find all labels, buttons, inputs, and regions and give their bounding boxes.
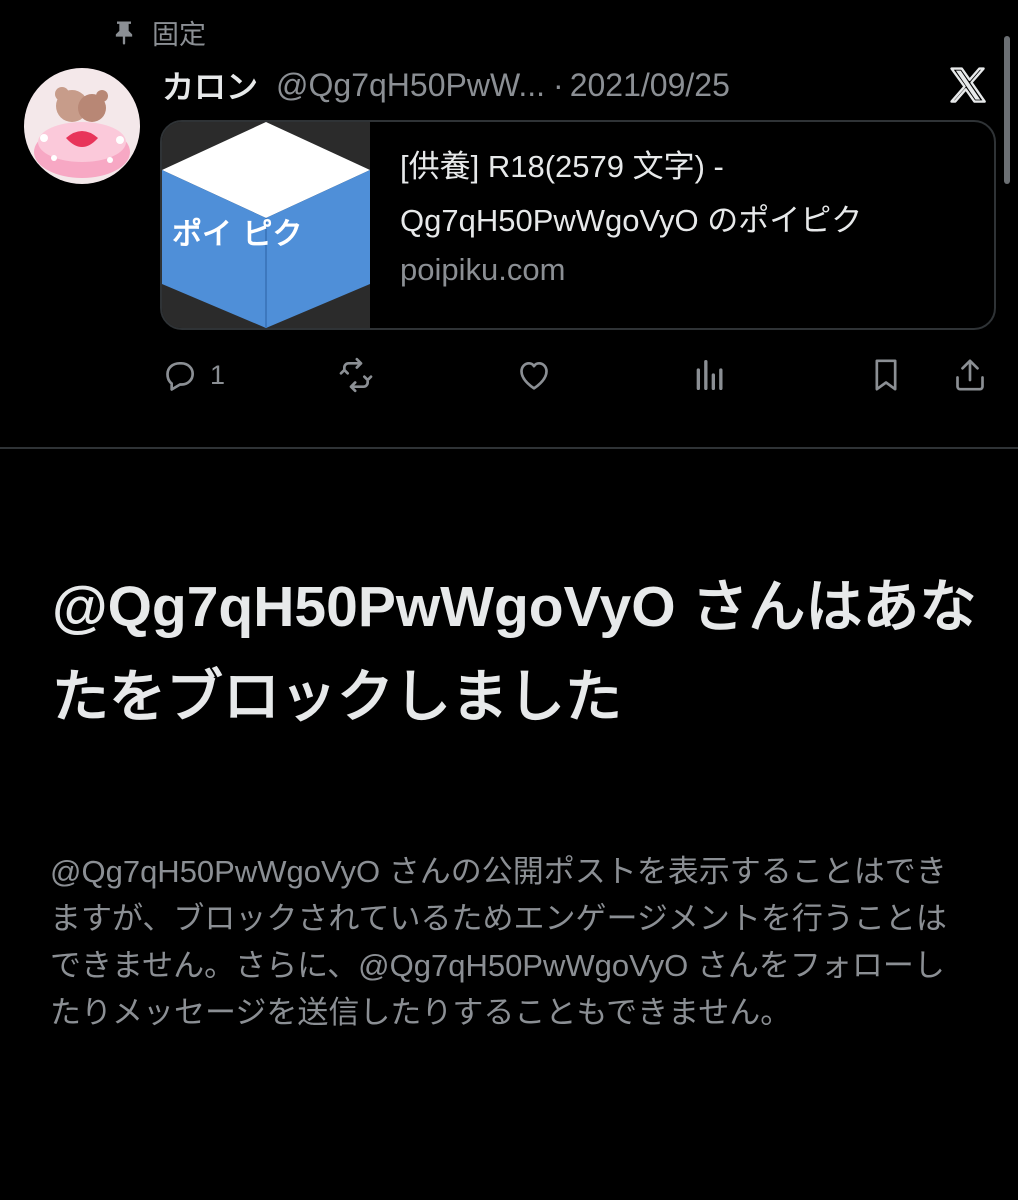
blocked-description: @Qg7qH50PwWgoVyO さんの公開ポストを表示することはできますが、ブ… — [50, 854, 947, 1030]
bookmark-button[interactable] — [866, 350, 906, 400]
tweet-header: カロン @Qg7qH50PwW... · 2021/09/25 — [162, 62, 730, 108]
tweet-actions: 1 — [160, 350, 992, 400]
display-name[interactable]: カロン — [162, 62, 258, 108]
blocked-title: @Qg7qH50PwWgoVyO さんはあなたをブロックしました — [52, 575, 977, 729]
x-logo-icon — [946, 64, 990, 108]
heart-icon — [520, 362, 548, 390]
user-handle[interactable]: @Qg7qH50PwW... — [276, 67, 545, 104]
card-title-line1: [供養] R18(2579 文字) - — [400, 149, 724, 184]
bookmark-icon — [875, 359, 897, 391]
scrollbar[interactable] — [1004, 36, 1010, 184]
retweet-icon — [339, 357, 373, 393]
analytics-icon — [696, 360, 723, 390]
link-card[interactable]: ポイ ピク [供養] R18(2579 文字) - Qg7qH50PwWgoVy… — [160, 120, 996, 330]
reply-icon — [166, 362, 195, 391]
pin-icon — [115, 21, 133, 45]
reply-count: 1 — [210, 359, 226, 390]
divider — [0, 447, 1018, 449]
card-thumbnail: ポイ ピク — [162, 122, 370, 328]
card-title-line2: Qg7qH50PwWgoVyO のポイピク — [400, 203, 863, 238]
card-text: [供養] R18(2579 文字) - Qg7qH50PwWgoVyO のポイピ… — [400, 140, 974, 292]
avatar[interactable] — [24, 68, 140, 184]
views-button[interactable] — [690, 350, 730, 400]
header-separator: · — [553, 66, 564, 103]
card-thumb-text: ポイ ピク — [172, 217, 302, 252]
card-domain: poipiku.com — [400, 252, 566, 287]
share-button[interactable] — [950, 350, 990, 400]
reply-button[interactable]: 1 — [160, 350, 225, 400]
retweet-button[interactable] — [336, 350, 376, 400]
pinned-label: 固定 — [110, 14, 206, 50]
avatar-image — [24, 68, 140, 184]
tweet-date[interactable]: 2021/09/25 — [570, 67, 730, 104]
like-button[interactable] — [514, 350, 554, 400]
pinned-text: 固定 — [152, 19, 206, 50]
share-icon — [956, 359, 984, 391]
